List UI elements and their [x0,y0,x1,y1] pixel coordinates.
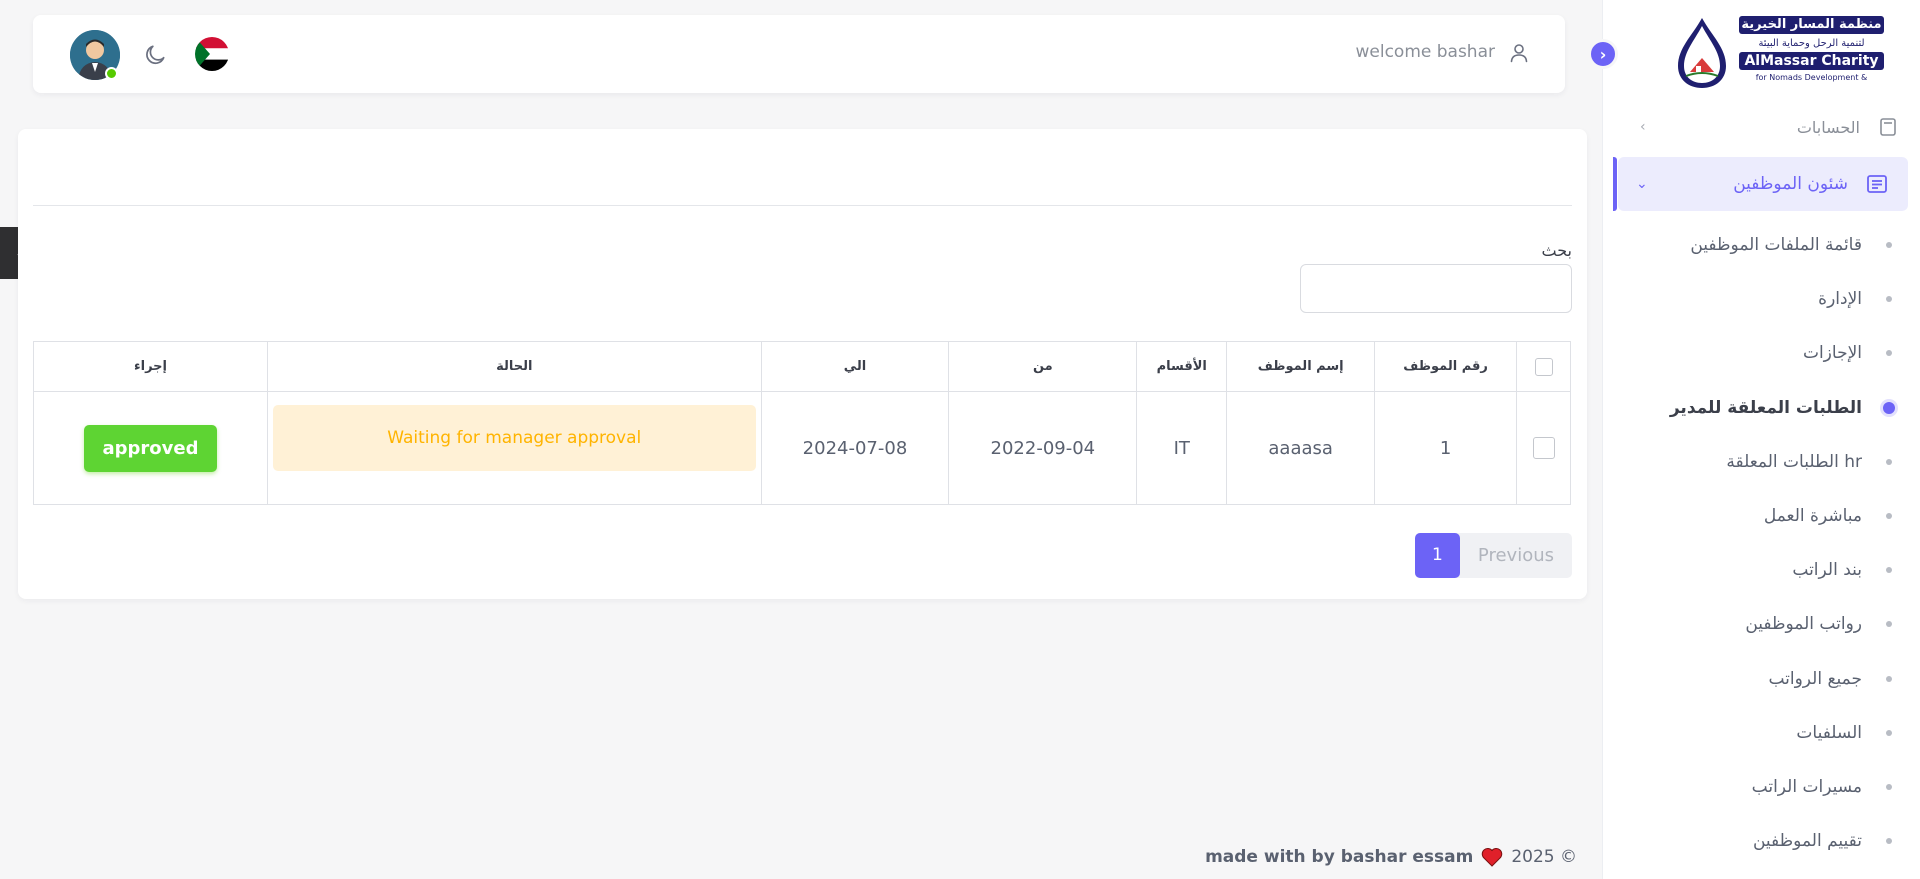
sidebar-subitem[interactable]: بند الراتب [1602,543,1920,597]
dark-mode-toggle[interactable] [140,40,170,70]
logo-english-subtitle: for Nomads Development & [1739,72,1884,84]
header-action: إجراء [33,341,268,392]
footer-copyright: 2025 © [1511,847,1577,867]
row-select-cell [1516,391,1571,505]
cell-department: IT [1136,391,1228,505]
sidebar: منظمة المسار الخيرية لتنمية الرحل وحماية… [1602,0,1920,879]
chevron-left-icon: ‹ [1640,119,1646,135]
sidebar-subitem-label: تقييم الموظفين [1752,831,1862,852]
sidebar-toggle-button[interactable]: › [1588,39,1618,69]
bullet-dot-icon [1886,350,1892,357]
sidebar-subitem[interactable]: الطلبات المعلقة للمدير [1602,381,1920,435]
bullet-dot-icon [1886,621,1892,628]
status-badge: Waiting for manager approval [272,405,756,471]
logo-arabic-title: منظمة المسار الخيرية [1739,16,1884,34]
cell-status: Waiting for manager approval [266,391,762,505]
bullet-dot-icon [1886,675,1892,682]
language-flag-button[interactable] [195,37,229,71]
moon-icon [146,45,165,65]
sidebar-subitem-label: الطلبات المعلقة للمدير [1669,397,1862,418]
sudan-flag-icon [195,37,229,71]
cell-employee-name: aaaasa [1226,391,1376,505]
sidebar-subitem-label: بند الراتب [1792,560,1862,581]
bullet-dot-icon [1886,242,1892,249]
bullet-dot-icon [1886,838,1892,845]
bullet-dot-icon [1886,729,1892,736]
table-header-row: رقم الموظف إسم الموظف الأقسام من الي الح… [33,341,1571,392]
search-input[interactable] [1300,264,1572,313]
sidebar-subitem-label: قائمة الملفات الموظفين [1690,235,1862,256]
sidebar-group-employee-affairs[interactable]: ⌄ شئون الموظفين [1618,157,1908,211]
chevron-right-icon: › [1599,44,1607,64]
sidebar-subitem-label: رواتب الموظفين [1745,614,1862,635]
sidebar-subitem-label: الإدارة [1818,289,1862,310]
sidebar-subitem[interactable]: مباشرة العمل [1602,489,1920,543]
select-all-header [1516,341,1571,392]
sidebar-subitem[interactable]: رواتب الموظفين [1602,597,1920,651]
sidebar-subitem[interactable]: تقييم الموظفين [1602,814,1920,868]
sidebar-submenu: قائمة الملفات الموظفين الإدارة الإجازات الط… [1602,218,1920,868]
pending-requests-card: بحث رقم الموظف إسم الموظف الأقسام من الي… [18,129,1587,599]
organization-logo[interactable]: منظمة المسار الخيرية لتنمية الرحل وحماية… [1670,14,1884,90]
search-label: بحث [1541,241,1573,260]
sidebar-subitem[interactable]: الإدارة [1602,272,1920,326]
online-status-dot [105,67,118,80]
bullet-dot-icon [1886,567,1892,574]
sidebar-subitem[interactable]: الطلبات المعلقة hr [1602,435,1920,489]
sidebar-subitem[interactable]: جميع الرواتب [1602,652,1920,706]
sidebar-item-accounts[interactable]: ‹ الحسابات [1622,112,1898,142]
sidebar-subitem-label: جميع الرواتب [1768,668,1862,689]
header-status[interactable]: الحالة [266,341,762,392]
cell-to-date: 2024-07-08 [760,391,950,505]
card-divider [33,205,1572,206]
logo-english-title: AlMassar Charity [1739,52,1884,70]
header-employee-no[interactable]: رقم الموظف [1374,341,1518,392]
bullet-dot-icon [1886,513,1892,520]
header-department[interactable]: الأقسام [1136,341,1228,392]
bullet-dot-icon [1886,296,1892,303]
welcome-text: welcome bashar [1355,42,1495,62]
user-icon[interactable] [1507,41,1531,65]
bullet-dot-icon [1886,783,1892,790]
cell-employee-no: 1 [1374,391,1518,505]
select-all-checkbox[interactable] [1534,357,1553,376]
approved-button[interactable]: approved [83,424,217,472]
previous-page-button[interactable]: Previous [1460,545,1572,566]
heart-icon [1482,848,1503,867]
header-to[interactable]: الي [760,341,950,392]
pagination: 1 Previous [1414,533,1572,578]
footer-credit-text: made with by bashar essam [1205,847,1474,867]
bullet-dot-icon [1883,401,1895,414]
sidebar-subitem[interactable]: مسيرات الراتب [1602,760,1920,814]
sidebar-item-label: الحسابات [1796,117,1860,137]
sidebar-subitem[interactable]: قائمة الملفات الموظفين [1602,218,1920,272]
sidebar-subitem-label: السلفيات [1796,722,1862,743]
sidebar-subitem[interactable]: الإجازات [1602,326,1920,380]
top-navbar: welcome bashar [33,15,1565,93]
header-from[interactable]: من [948,341,1138,392]
footer: made with by bashar essam 2025 © [1205,847,1577,867]
sidebar-subitem-label: مسيرات الراتب [1751,776,1862,797]
chevron-down-icon: ⌄ [1636,176,1648,192]
logo-arabic-subtitle: لتنمية الرحل وحماية البيئة [1739,35,1884,53]
requests-table: رقم الموظف إسم الموظف الأقسام من الي الح… [33,341,1571,505]
header-employee-name[interactable]: إسم الموظف [1226,341,1376,392]
sidebar-subitem[interactable]: السلفيات [1602,706,1920,760]
sidebar-group-label: شئون الموظفين [1733,174,1848,194]
document-list-icon [1867,175,1887,193]
cell-action: approved [33,391,268,505]
sidebar-subitem-label: مباشرة العمل [1763,506,1862,527]
calculator-icon [1880,118,1896,136]
table-row: 1 aaaasa IT 2022-09-04 2024-07-08 Waitin… [33,391,1571,505]
bullet-dot-icon [1886,458,1892,465]
active-indicator [1613,157,1617,211]
sidebar-subitem-label: الإجازات [1802,343,1862,364]
cell-from-date: 2022-09-04 [948,391,1138,505]
row-checkbox[interactable] [1532,437,1555,459]
page-1-button[interactable]: 1 [1414,533,1460,578]
sidebar-subitem-label: الطلبات المعلقة hr [1726,451,1862,472]
